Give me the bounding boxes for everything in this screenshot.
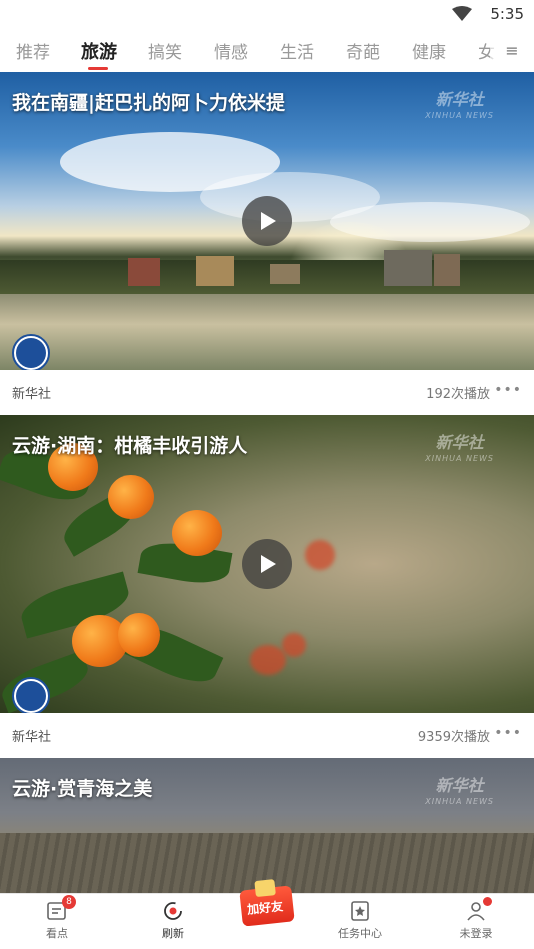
play-count: 9359次播放: [417, 730, 490, 745]
active-tab-indicator: [88, 67, 108, 70]
video-feed: 我在南疆|赶巴扎的阿卜力依米提 新华社 XINHUA NEWS 新华社 192次播…: [0, 72, 534, 895]
star-bookmark-icon: [349, 900, 371, 922]
video-title: 云游·赏青海之美: [12, 778, 153, 800]
video-meta: 新华社 9359次播放 •••: [0, 713, 534, 758]
bottom-nav: 8 看点 刷新 加好友 任务中心 未登录: [0, 879, 534, 949]
play-count: 192次播放: [426, 387, 490, 402]
video-thumbnail[interactable]: 云游·赏青海之美 新华社 XINHUA NEWS: [0, 758, 534, 895]
xinhua-watermark: 新华社 XINHUA NEWS: [425, 776, 494, 807]
video-thumbnail[interactable]: 云游·湖南：柑橘丰收引游人 新华社 XINHUA NEWS: [0, 415, 534, 713]
nav-item-refresh[interactable]: 刷新: [138, 900, 208, 941]
tab-life[interactable]: 生活: [280, 38, 314, 63]
xinhua-watermark: 新华社 XINHUA NEWS: [425, 90, 494, 121]
xinhua-watermark: 新华社 XINHUA NEWS: [425, 433, 494, 464]
nav-item-login[interactable]: 未登录: [441, 897, 511, 941]
nav-label: 任务中心: [338, 927, 382, 940]
tab-travel[interactable]: 旅游: [81, 38, 117, 64]
more-options-icon[interactable]: •••: [494, 725, 522, 741]
video-thumbnail[interactable]: 我在南疆|赶巴扎的阿卜力依米提 新华社 XINHUA NEWS: [0, 72, 534, 370]
video-card[interactable]: 云游·赏青海之美 新华社 XINHUA NEWS: [0, 758, 534, 895]
source-name[interactable]: 新华社: [12, 726, 51, 745]
nav-item-task-center[interactable]: 任务中心: [325, 900, 395, 941]
video-title: 云游·湖南：柑橘丰收引游人: [12, 435, 248, 457]
hamburger-icon: ≡: [505, 40, 519, 60]
play-button[interactable]: [242, 539, 292, 589]
more-options-icon[interactable]: •••: [494, 382, 522, 398]
status-bar: 5:35: [0, 0, 534, 30]
nav-label: 看点: [46, 927, 68, 940]
nav-label: 刷新: [162, 927, 184, 940]
nav-item-kandian[interactable]: 8 看点: [22, 895, 92, 941]
source-name[interactable]: 新华社: [12, 383, 51, 402]
news-icon: 8: [46, 895, 76, 922]
category-tabs: 推荐 旅游 搞笑 情感 生活 奇葩 健康 女 ≡: [0, 30, 534, 72]
source-avatar[interactable]: [12, 334, 50, 370]
play-button[interactable]: [242, 196, 292, 246]
notification-badge: 8: [62, 895, 76, 909]
wifi-icon: [452, 6, 472, 21]
tab-weird[interactable]: 奇葩: [346, 38, 380, 63]
user-icon: [465, 897, 492, 922]
play-icon: [261, 212, 276, 230]
play-icon: [261, 555, 276, 573]
menu-button[interactable]: ≡: [490, 30, 534, 70]
tab-funny[interactable]: 搞笑: [148, 38, 182, 63]
refresh-icon: [162, 900, 184, 922]
add-friend-button[interactable]: 加好友: [237, 879, 297, 934]
tab-recommend[interactable]: 推荐: [16, 38, 50, 63]
video-meta: 新华社 192次播放 •••: [0, 370, 534, 415]
status-time: 5:35: [490, 5, 524, 23]
video-card[interactable]: 我在南疆|赶巴扎的阿卜力依米提 新华社 XINHUA NEWS 新华社 192次播…: [0, 72, 534, 415]
source-avatar[interactable]: [12, 677, 50, 713]
tab-health[interactable]: 健康: [412, 38, 446, 63]
video-card[interactable]: 云游·湖南：柑橘丰收引游人 新华社 XINHUA NEWS 新华社 9359次播放…: [0, 415, 534, 758]
notification-dot: [483, 897, 492, 906]
nav-label: 未登录: [459, 927, 493, 940]
tab-emotion[interactable]: 情感: [214, 38, 248, 63]
video-title: 我在南疆|赶巴扎的阿卜力依米提: [12, 92, 285, 114]
